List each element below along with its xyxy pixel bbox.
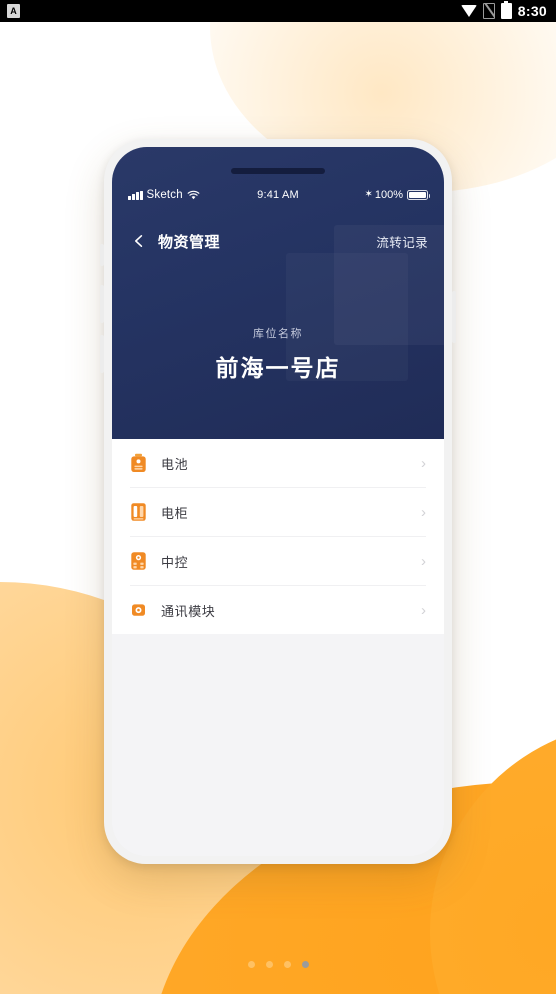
list-item[interactable]: 电池 › (130, 439, 426, 488)
page-dot-4-active[interactable] (301, 961, 309, 968)
material-category-list: 电池 › 电柜 › 中控 › 通讯模块 › (112, 439, 444, 634)
control-unit-icon (130, 551, 147, 571)
page-indicator[interactable] (0, 961, 556, 968)
phone-earpiece-speaker (231, 168, 325, 174)
app-navbar: 物资管理 流转记录 (112, 219, 444, 263)
battery-percent-label: 100% (374, 189, 404, 201)
list-item-label: 电柜 (161, 505, 189, 521)
list-item-label: 通讯模块 (161, 603, 216, 619)
list-empty-area (112, 634, 444, 856)
poster-background: Sketch 9:41 AM ✶ 100% 物资管理 流转记录 库位名称 前海一… (0, 22, 556, 994)
signal-bars-icon (128, 190, 143, 200)
page-dot-1[interactable] (247, 961, 255, 968)
phone-volume-up-button (100, 285, 104, 323)
warehouse-hero: 库位名称 前海一号店 (112, 325, 444, 383)
ios-status-right: ✶ 100% (299, 189, 431, 201)
screenshot-root: A 8:30 Sketch 9:41 AM ✶ 100% 物资管理 流转记录 库… (0, 0, 556, 994)
chevron-right-icon: › (421, 454, 426, 472)
phone-volume-down-button (100, 335, 104, 373)
ios-status-bar: Sketch 9:41 AM ✶ 100% (112, 185, 444, 205)
battery-cell-icon (130, 453, 147, 473)
list-item[interactable]: 通讯模块 › (130, 586, 426, 634)
page-dot-3[interactable] (283, 961, 291, 968)
phone-silent-switch (100, 244, 104, 266)
chevron-right-icon: › (421, 601, 426, 619)
no-sim-icon (482, 3, 495, 19)
list-item-label: 中控 (161, 554, 189, 570)
status-bar-notifications: A (0, 4, 20, 18)
phone-mockup: Sketch 9:41 AM ✶ 100% 物资管理 流转记录 库位名称 前海一… (100, 139, 456, 864)
phone-screen: Sketch 9:41 AM ✶ 100% 物资管理 流转记录 库位名称 前海一… (112, 147, 444, 856)
status-bar-system-icons: 8:30 (460, 1, 556, 19)
phone-power-button (452, 291, 456, 343)
list-item-label: 电池 (161, 456, 189, 472)
chevron-right-icon: › (421, 552, 426, 570)
cabinet-icon (130, 502, 147, 522)
warehouse-name-value: 前海一号店 (215, 355, 341, 381)
wifi-icon (187, 190, 200, 200)
app-notification-glyph: A (10, 5, 17, 16)
battery-icon (500, 1, 512, 19)
android-status-bar: A 8:30 (0, 0, 556, 22)
warehouse-name-label: 库位名称 (253, 328, 303, 340)
app-notification-icon: A (7, 4, 20, 18)
carrier-label: Sketch (146, 189, 183, 201)
app-header: Sketch 9:41 AM ✶ 100% 物资管理 流转记录 库位名称 前海一… (112, 147, 444, 439)
comm-module-icon (130, 600, 147, 620)
battery-icon (407, 190, 431, 200)
wifi-icon (460, 5, 477, 17)
bluetooth-icon: ✶ (364, 189, 373, 200)
page-dot-2[interactable] (265, 961, 273, 968)
ios-clock: 9:41 AM (257, 189, 299, 201)
chevron-left-icon[interactable] (128, 230, 150, 252)
transfer-records-button[interactable]: 流转记录 (376, 232, 428, 251)
list-item[interactable]: 电柜 › (130, 488, 426, 537)
ios-status-left: Sketch (128, 189, 257, 201)
page-title: 物资管理 (158, 233, 221, 251)
chevron-right-icon: › (421, 503, 426, 521)
list-item[interactable]: 中控 › (130, 537, 426, 586)
status-bar-clock: 8:30 (517, 3, 547, 19)
